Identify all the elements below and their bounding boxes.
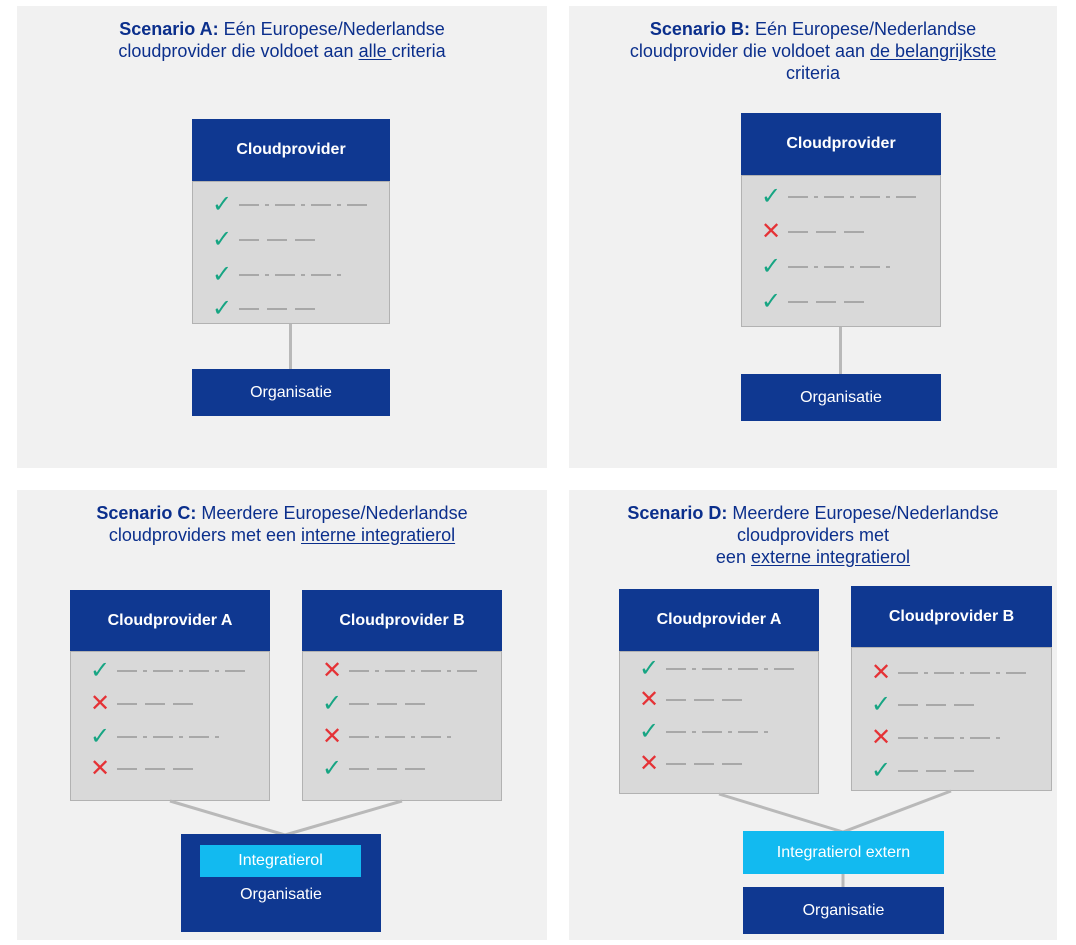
check-icon: ✓ bbox=[760, 288, 782, 315]
scenario-a-criteria-list: ✓ ✓ ✓ ✓ bbox=[192, 181, 390, 324]
scenario-b-heading: Scenario B: Eén Europese/Nederlandse clo… bbox=[569, 18, 1057, 84]
scenario-a-underlined: alle bbox=[358, 41, 392, 61]
check-icon: ✓ bbox=[211, 295, 233, 322]
criterion-placeholder bbox=[239, 204, 369, 206]
connector-line bbox=[289, 324, 292, 370]
scenario-a-heading: Scenario A: Eén Europese/Nederlandse clo… bbox=[17, 18, 547, 62]
criterion-placeholder bbox=[788, 196, 918, 198]
scenario-c-organisation-label: Organisatie bbox=[240, 886, 322, 903]
scenario-b-criteria-list: ✓ ✕ ✓ ✓ bbox=[741, 175, 941, 327]
criterion-placeholder bbox=[788, 266, 894, 268]
scenario-b-organisation-box: Organisatie bbox=[741, 374, 941, 421]
scenario-a-text-after: criteria bbox=[391, 41, 446, 61]
check-icon: ✓ bbox=[211, 261, 233, 288]
connector-line bbox=[839, 327, 842, 375]
scenario-a-panel: Scenario A: Eén Europese/Nederlandse clo… bbox=[17, 6, 547, 468]
scenario-d-organisation-box: Organisatie bbox=[743, 887, 944, 934]
scenario-c-panel: Scenario C: Meerdere Europese/Nederlands… bbox=[17, 490, 547, 940]
scenario-c-integration-box: Integratierol bbox=[200, 845, 361, 877]
scenario-d-panel: Scenario D: Meerdere Europese/Nederlands… bbox=[569, 490, 1057, 940]
scenario-b-provider-box: Cloudprovider bbox=[741, 113, 941, 175]
criterion-placeholder bbox=[239, 239, 315, 241]
scenario-b-label: Scenario B: bbox=[649, 19, 750, 39]
scenario-a-label: Scenario A: bbox=[119, 19, 219, 39]
scenario-a-provider-box: Cloudprovider bbox=[192, 119, 390, 181]
check-icon: ✓ bbox=[760, 183, 782, 210]
criterion-placeholder bbox=[239, 308, 315, 310]
scenario-b-text-after: criteria bbox=[785, 63, 840, 83]
scenario-d-integration-box: Integratierol extern bbox=[743, 831, 944, 874]
criterion-placeholder bbox=[239, 274, 345, 276]
scenario-b-underlined: de belangrijkste bbox=[870, 41, 997, 61]
check-icon: ✓ bbox=[211, 191, 233, 218]
scenario-a-organisation-box: Organisatie bbox=[192, 369, 390, 416]
check-icon: ✓ bbox=[211, 226, 233, 253]
criterion-placeholder bbox=[788, 231, 864, 233]
check-icon: ✓ bbox=[760, 253, 782, 280]
scenario-b-panel: Scenario B: Eén Europese/Nederlandse clo… bbox=[569, 6, 1057, 468]
cross-icon: ✕ bbox=[760, 218, 782, 245]
criterion-placeholder bbox=[788, 301, 864, 303]
